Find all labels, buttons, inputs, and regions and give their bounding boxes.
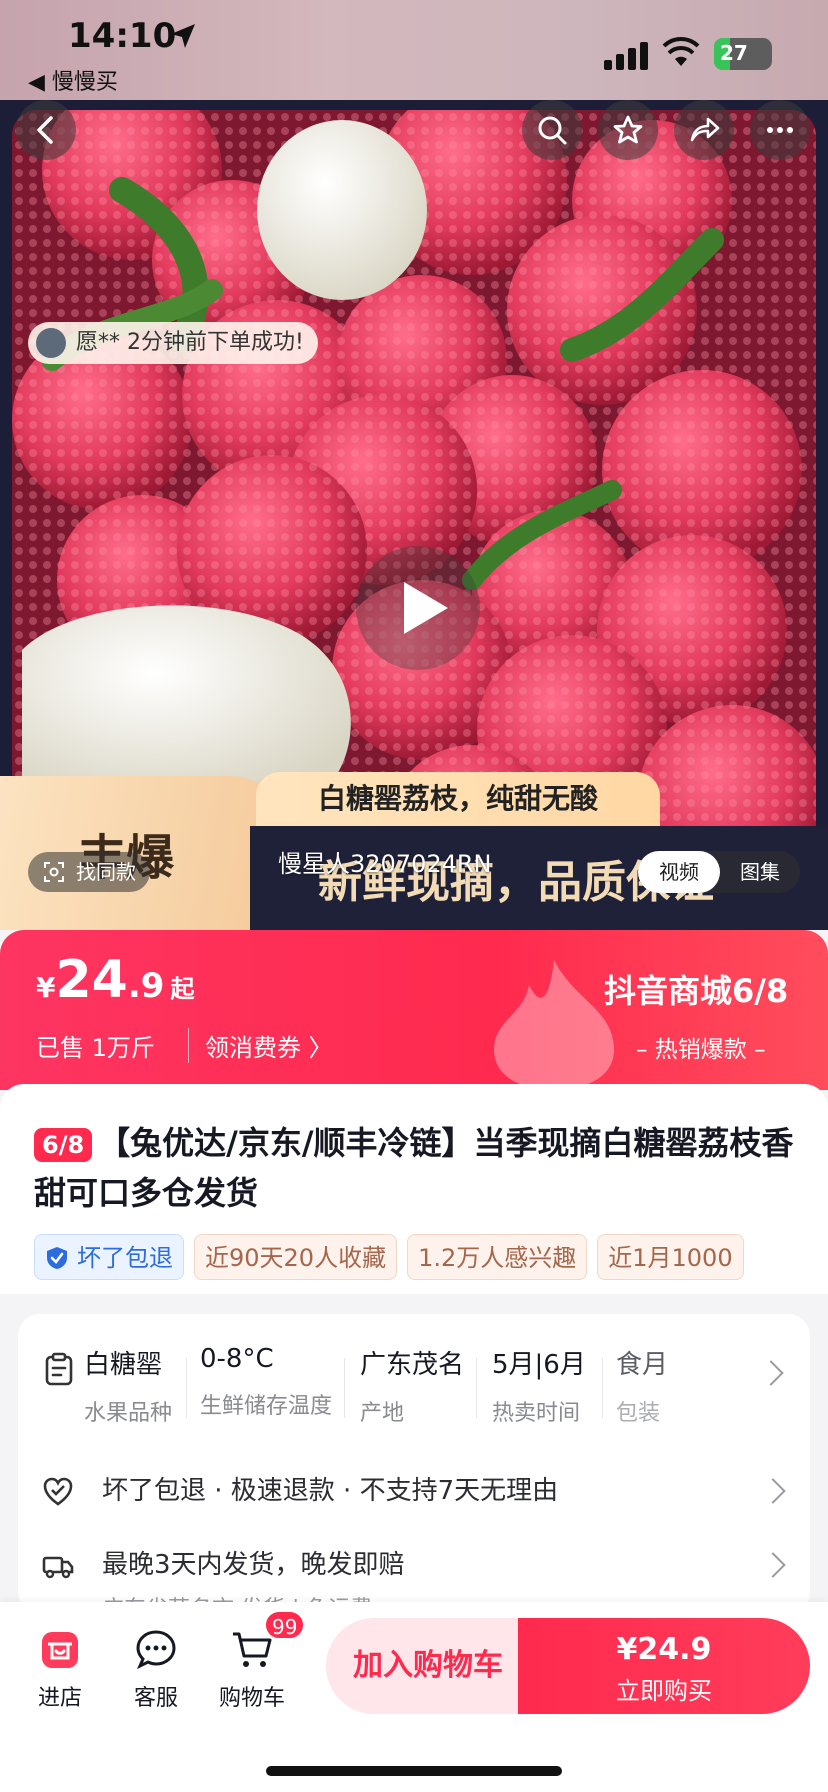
order-notice-text: 愿** 2分钟前下单成功! <box>76 330 304 355</box>
spec-divider <box>344 1358 345 1418</box>
price-display: ¥24.9 起 <box>36 950 194 1010</box>
spec-card[interactable]: 白糖罂水果品种 0-8°C 生鲜储存温度 广东茂名产地 5月|6月热卖时间 食月包… <box>18 1314 810 1604</box>
play-video-button[interactable] <box>356 546 480 670</box>
spec-origin-value: 广东茂名 <box>360 1350 465 1380</box>
chevron-right-icon <box>760 1478 786 1504</box>
clipboard-icon <box>45 1352 73 1386</box>
product-chips: 坏了包退 近90天20人收藏 1.2万人感兴趣 近1月1000 <box>34 1234 828 1282</box>
home-indicator <box>266 1766 562 1776</box>
chip-monthly-sales[interactable]: 近1月1000 <box>597 1234 744 1280</box>
spec-temp-key: 生鲜储存温度 <box>200 1394 333 1419</box>
star-icon <box>613 115 643 144</box>
spec-packaging-value: 食月 <box>616 1350 669 1380</box>
spec-origin-key: 产地 <box>360 1401 405 1426</box>
customer-service-button[interactable]: 客服 <box>116 1628 196 1712</box>
promo-slogan: 白糖罂荔枝，纯甜无酸 <box>256 772 660 826</box>
truck-icon <box>42 1556 74 1579</box>
bottom-action-bar: 进店 客服 购物车 99 加入购物车 ¥24.9 立即购买 <box>0 1602 828 1792</box>
spec-packaging: 食月 包装 <box>616 1344 668 1427</box>
battery-level: 27 <box>720 41 748 65</box>
chip-favorites[interactable]: 近90天20人收藏 <box>194 1234 398 1280</box>
spec-season: 5月|6月热卖时间 <box>492 1344 586 1427</box>
more-dots-icon <box>767 127 793 133</box>
find-similar-button[interactable]: 找同款 <box>28 852 150 892</box>
guarantee-row[interactable]: 坏了包退 · 极速退款 · 不支持7天无理由 <box>42 1466 786 1516</box>
hot-sale-tag: – 热销爆款 – <box>636 1037 766 1063</box>
play-icon <box>404 582 448 634</box>
customer-service-label: 客服 <box>133 1686 178 1711</box>
status-time: 14:10 <box>68 16 177 56</box>
cart-label: 购物车 <box>218 1686 285 1711</box>
store-label: 进店 <box>37 1686 82 1711</box>
mall-brand-logo: 抖音商城6/8 <box>604 972 789 1010</box>
spec-storage-temp: 0-8°C 生鲜储存温度 <box>200 1344 332 1420</box>
back-arrow-icon <box>37 116 53 144</box>
title-card: 6/8 【兔优达/京东/顺丰冷链】当季现摘白糖罂荔枝香甜可口多仓发货 坏了包退 近… <box>0 1084 828 1294</box>
price-currency: ¥ <box>36 971 56 1004</box>
flame-icon <box>494 960 614 1090</box>
tab-video[interactable]: 视频 <box>638 851 720 893</box>
product-info-section: 6/8 【兔优达/京东/顺丰冷链】当季现摘白糖罂荔枝香甜可口多仓发货 坏了包退 近… <box>0 1084 828 1604</box>
guarantee-text: 坏了包退 · 极速退款 · 不支持7天无理由 <box>102 1476 559 1506</box>
chevron-right-icon <box>760 1552 786 1578</box>
price-decimal: .9 <box>127 966 165 1006</box>
spec-origin: 广东茂名 产地 <box>360 1344 464 1427</box>
location-arrow-icon <box>171 24 195 48</box>
spec-divider <box>602 1358 603 1418</box>
buy-now-price: ¥24.9 <box>616 1632 712 1667</box>
status-bar: 14:10 ◀ 慢慢买 27 <box>0 0 828 100</box>
spec-season-value: 5月|6月 <box>492 1350 586 1380</box>
product-title-text: 【兔优达/京东/顺丰冷链】当季现摘白糖罂荔枝香甜可口多仓发货 <box>34 1124 794 1212</box>
buyer-avatar <box>36 328 66 358</box>
shipping-row[interactable]: 最晚3天内发货，晚发即赔 广东省茂名市 发货 | 免运费 <box>42 1540 786 1604</box>
back-button[interactable] <box>16 100 76 160</box>
store-icon <box>42 1632 78 1668</box>
share-button[interactable] <box>674 100 734 160</box>
price-integer: 24 <box>55 950 128 1010</box>
search-icon <box>538 116 567 145</box>
product-page: 14:10 ◀ 慢慢买 27 愿** 2分钟前下单成功! 白糖罂荔枝，纯甜无酸 … <box>0 0 828 1792</box>
share-icon <box>690 117 720 142</box>
spec-divider <box>186 1358 187 1418</box>
cart-count-badge: 99 <box>264 1610 306 1640</box>
find-similar-label: 找同款 <box>76 860 136 884</box>
shipping-text: 最晚3天内发货，晚发即赔 <box>102 1550 405 1580</box>
search-button[interactable] <box>522 100 582 160</box>
cellular-signal-icon <box>604 42 648 70</box>
spec-temp-value: 0-8°C <box>200 1344 274 1374</box>
spec-variety: 白糖罂 水果品种 <box>84 1344 172 1427</box>
chat-bubble-icon <box>136 1630 176 1670</box>
battery-indicator: 27 <box>714 38 772 70</box>
heart-shield-icon <box>43 1477 73 1506</box>
buy-now-label: 立即购买 <box>616 1677 712 1705</box>
price-suffix: 起 <box>170 975 195 1003</box>
scan-icon <box>44 862 64 882</box>
more-button[interactable] <box>750 100 810 160</box>
recent-order-notice: 愿** 2分钟前下单成功! <box>28 322 318 364</box>
chevron-right-icon <box>758 1360 784 1386</box>
chip-guarantee-label: 坏了包退 <box>77 1244 173 1272</box>
spec-divider <box>476 1358 477 1418</box>
spec-variety-value: 白糖罂 <box>84 1350 163 1380</box>
seller-watermark: 慢星人3207024RN <box>278 850 492 878</box>
wifi-icon <box>662 36 700 66</box>
store-button[interactable]: 进店 <box>20 1628 100 1712</box>
media-tab-switcher: 视频 图集 <box>638 851 800 893</box>
back-to-app-link[interactable]: ◀ 慢慢买 <box>28 64 118 96</box>
sold-count: 已售 1万斤 <box>36 1034 155 1062</box>
buy-now-button[interactable]: ¥24.9 立即购买 <box>518 1618 810 1714</box>
shield-check-icon <box>47 1247 67 1269</box>
product-title: 6/8 【兔优达/京东/顺丰冷链】当季现摘白糖罂荔枝香甜可口多仓发货 <box>34 1118 796 1218</box>
promo-618-tag: 6/8 <box>34 1128 93 1162</box>
spec-variety-key: 水果品种 <box>84 1401 173 1426</box>
spec-season-key: 热卖时间 <box>492 1401 581 1426</box>
price-banner: ¥24.9 起 已售 1万斤 领消费券 〉 抖音商城6/8 – 热销爆款 – <box>0 930 828 1090</box>
get-coupon-link[interactable]: 领消费券 〉 <box>188 1028 333 1063</box>
tab-gallery[interactable]: 图集 <box>720 851 800 893</box>
chip-interested[interactable]: 1.2万人感兴趣 <box>407 1234 588 1280</box>
spec-packaging-key: 包装 <box>616 1401 661 1426</box>
chip-guarantee[interactable]: 坏了包退 <box>34 1234 184 1280</box>
add-to-cart-button[interactable]: 加入购物车 <box>326 1618 530 1714</box>
favorite-button[interactable] <box>598 100 658 160</box>
